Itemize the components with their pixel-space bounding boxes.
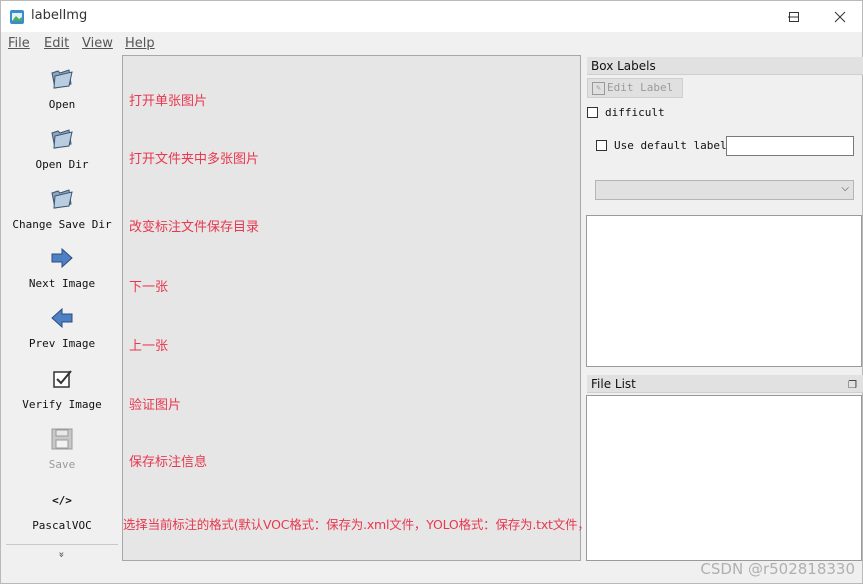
- next-image-label: Next Image: [28, 277, 96, 290]
- save-button[interactable]: Save: [4, 426, 120, 471]
- chevron-down-icon: ⌵: [841, 183, 849, 194]
- prev-image-button[interactable]: Prev Image: [4, 305, 120, 350]
- format-label: PascalVOC: [32, 519, 92, 532]
- menu-view[interactable]: View: [82, 36, 113, 51]
- label-list[interactable]: [586, 215, 862, 367]
- open-label: Open: [48, 98, 76, 111]
- format-button[interactable]: </> PascalVOC: [4, 487, 120, 532]
- window-title: labelImg: [31, 8, 88, 23]
- checkbox-icon: [596, 140, 607, 151]
- annotation-open: 打开单张图片: [129, 94, 208, 109]
- file-list[interactable]: [586, 395, 862, 561]
- svg-text:</>: </>: [52, 494, 72, 507]
- use-default-label-label: Use default label: [614, 139, 727, 152]
- arrow-right-icon: [51, 247, 73, 269]
- default-label-input[interactable]: [726, 136, 854, 156]
- menu-bar: File Edit View Help: [1, 32, 862, 54]
- next-image-button[interactable]: Next Image: [4, 245, 120, 290]
- checkbox-icon: [587, 107, 598, 118]
- change-save-dir-button[interactable]: Change Save Dir: [4, 186, 120, 231]
- watermark: CSDN @r502818330: [700, 560, 855, 578]
- menu-help[interactable]: Help: [125, 36, 155, 51]
- float-dock-icon[interactable]: ❐: [848, 377, 857, 395]
- toolbar-extension-button[interactable]: »: [55, 549, 67, 560]
- open-dir-label: Open Dir: [35, 158, 89, 171]
- annotation-prev-image: 上一张: [129, 339, 169, 354]
- folder-open-icon: [51, 129, 73, 149]
- annotation-verify-image: 验证图片: [129, 398, 182, 413]
- edit-label-text: Edit Label: [607, 81, 674, 94]
- maximize-icon: [789, 11, 799, 22]
- checkbox-icon: [53, 370, 72, 388]
- folder-open-icon: [51, 69, 73, 89]
- difficult-label: difficult: [605, 106, 665, 119]
- label-combo-box[interactable]: ⌵: [595, 180, 854, 200]
- menu-file[interactable]: File: [8, 36, 30, 51]
- toolbar-separator: [6, 544, 118, 545]
- arrow-left-icon: [51, 307, 73, 329]
- annotation-change-save-dir: 改变标注文件保存目录: [129, 220, 260, 235]
- change-save-dir-label: Change Save Dir: [12, 218, 112, 231]
- code-icon: </>: [52, 494, 72, 507]
- app-icon: [10, 10, 24, 24]
- box-labels-title: Box Labels: [587, 57, 863, 75]
- verify-image-label: Verify Image: [22, 398, 102, 411]
- title-bar: labelImg: [1, 1, 862, 32]
- floppy-disk-icon: [51, 428, 73, 450]
- pencil-icon: ✎: [592, 81, 605, 95]
- verify-image-button[interactable]: Verify Image: [4, 366, 120, 411]
- annotation-next-image: 下一张: [129, 280, 169, 295]
- menu-edit[interactable]: Edit: [44, 36, 69, 51]
- open-button[interactable]: Open: [4, 66, 120, 111]
- annotation-open-dir: 打开文件夹中多张图片: [129, 152, 260, 167]
- image-canvas[interactable]: [122, 55, 581, 561]
- prev-image-label: Prev Image: [28, 337, 96, 350]
- close-icon: [834, 11, 846, 22]
- labelimg-window: labelImg File Edit View Help Open Open D…: [0, 0, 863, 584]
- maximize-button[interactable]: [771, 1, 817, 32]
- folder-open-icon: [51, 189, 73, 209]
- save-label: Save: [48, 458, 76, 471]
- difficult-checkbox[interactable]: difficult: [587, 106, 665, 119]
- annotation-save: 保存标注信息: [129, 455, 208, 470]
- file-list-title: File List ❐: [587, 375, 863, 393]
- close-button[interactable]: [817, 1, 863, 32]
- toolbar: Open Open Dir Change Save Dir Next Image: [4, 57, 120, 564]
- file-list-title-text: File List: [591, 377, 636, 391]
- edit-label-button[interactable]: ✎ Edit Label: [587, 78, 683, 98]
- open-dir-button[interactable]: Open Dir: [4, 126, 120, 171]
- use-default-label-checkbox[interactable]: Use default label: [596, 139, 727, 152]
- chevron-down-double-icon: »: [55, 551, 67, 558]
